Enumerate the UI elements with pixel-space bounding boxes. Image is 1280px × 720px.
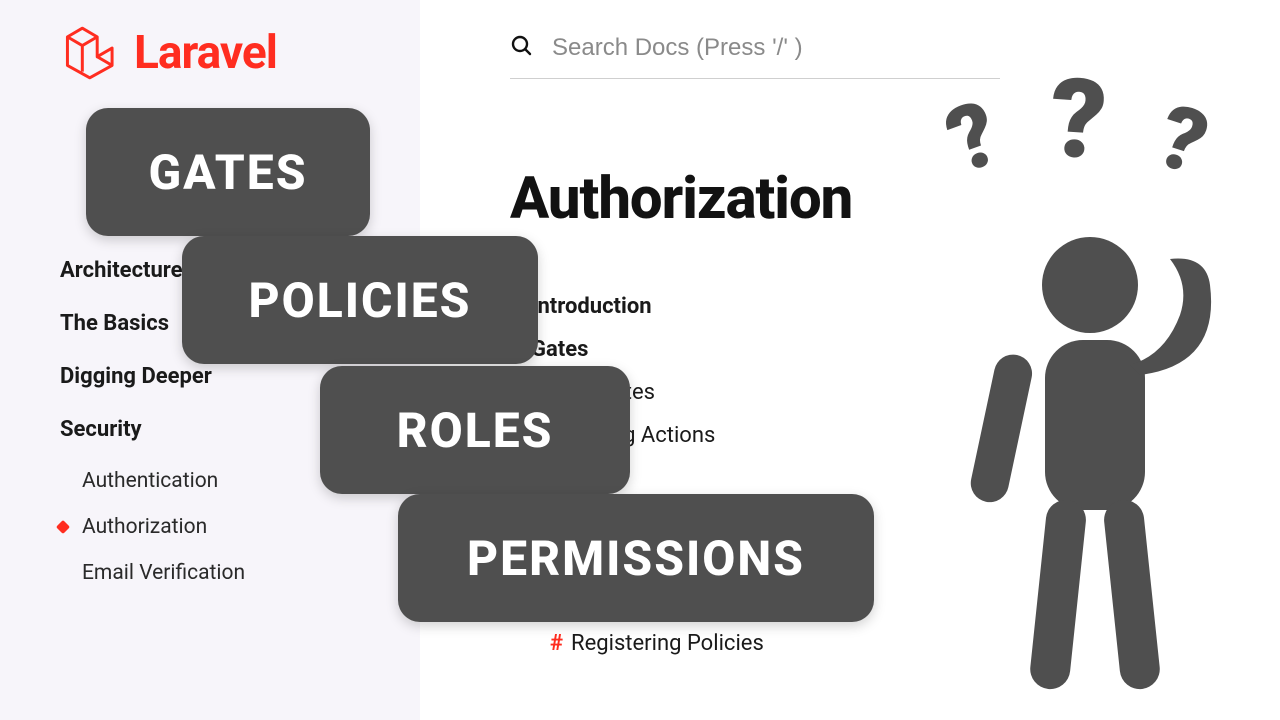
- overlay-card-roles: ROLES: [320, 366, 630, 494]
- toc-label: Introduction: [531, 294, 652, 319]
- question-mark-icon: ?: [1046, 53, 1111, 186]
- search-icon: [510, 34, 534, 62]
- search-input[interactable]: [552, 34, 1000, 62]
- brand-name: Laravel: [134, 26, 277, 80]
- hash-icon: #: [550, 631, 563, 656]
- toc-label: Registering Policies: [571, 631, 764, 656]
- stick-figure-icon: [940, 225, 1250, 705]
- confused-figure-icon: ? ? ?: [930, 115, 1260, 715]
- overlay-card-gates: GATES: [86, 108, 370, 236]
- sidebar-subitem-email-verification[interactable]: Email Verification: [72, 550, 420, 596]
- toc-label: Gates: [531, 337, 588, 362]
- laravel-logo-icon: [60, 22, 122, 84]
- search-bar[interactable]: [510, 34, 1000, 79]
- brand-logo[interactable]: Laravel: [60, 22, 420, 84]
- overlay-card-policies: POLICIES: [182, 236, 538, 364]
- sidebar-subitem-authorization[interactable]: Authorization: [72, 504, 420, 550]
- overlay-card-permissions: PERMISSIONS: [398, 494, 874, 622]
